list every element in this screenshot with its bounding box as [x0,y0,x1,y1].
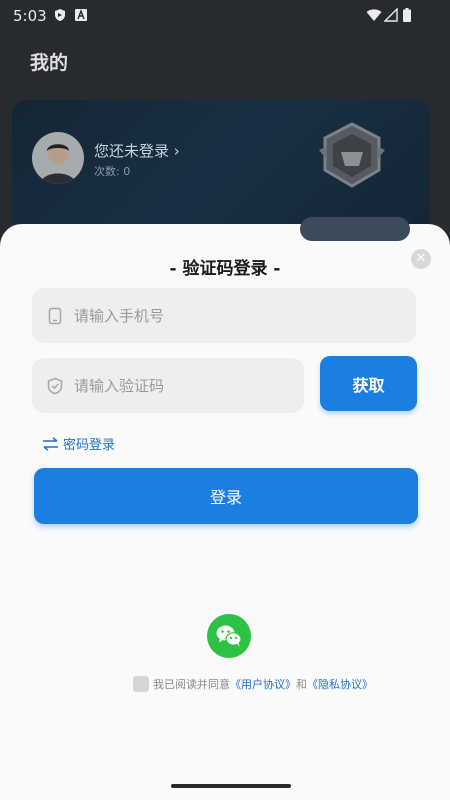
user-agreement-link[interactable]: 《用户协议》 [230,676,296,692]
agree-checkbox[interactable] [133,676,149,692]
home-indicator[interactable] [171,784,291,788]
phone-input[interactable] [74,288,404,343]
sheet-title: - 验证码登录 - [169,259,281,279]
wechat-login-button[interactable] [207,614,251,658]
privacy-policy-link[interactable]: 《隐私协议》 [307,676,373,692]
chevron-right-icon: › [173,142,180,160]
phone-field[interactable] [32,288,416,343]
agreement-conjunction: 和 [296,678,307,691]
count-text: 次数: 0 [94,165,131,178]
agreement-prefix: 我已阅读并同意 [153,678,230,691]
swap-icon [43,436,58,451]
get-code-button[interactable]: 获取 [320,356,417,411]
phone-icon [48,307,62,324]
wechat-icon [216,625,242,647]
close-button[interactable]: ✕ [411,249,431,269]
rank-badge-icon [319,122,385,188]
login-sheet: - 验证码登录 - ✕ 获取 密码登录 登录 [0,224,450,800]
password-login-link[interactable]: 密码登录 [42,434,115,453]
password-login-label: 密码登录 [63,438,116,453]
agreement-row: 我已阅读并同意 《用户协议》 和 《隐私协议》 [133,676,373,692]
login-prompt[interactable]: 您还未登录 › [94,140,180,161]
login-button[interactable]: 登录 [34,468,418,524]
shield-icon [47,377,63,394]
card-pill [300,217,410,241]
close-icon: ✕ [415,251,427,266]
code-input[interactable] [74,358,294,413]
code-field[interactable] [32,358,304,413]
